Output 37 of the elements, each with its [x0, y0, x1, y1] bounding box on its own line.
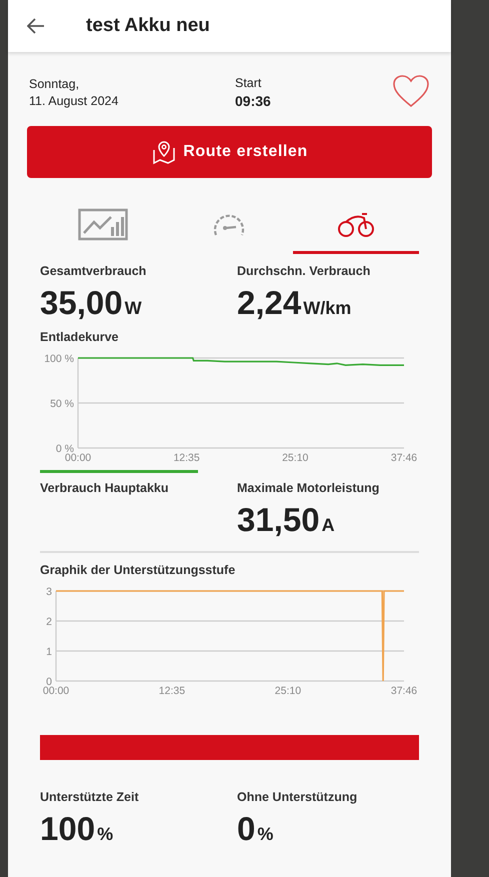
- axis-label: 37:46: [390, 685, 418, 697]
- axis-label: 2: [46, 616, 52, 628]
- chart-title: Entladekurve: [40, 330, 120, 344]
- axis-label: 0 %: [56, 443, 74, 455]
- stat-label: Gesamtverbrauch: [40, 264, 148, 278]
- stat-value: 35,00W: [40, 284, 143, 322]
- stat-label: Maximale Motorleistung: [237, 481, 380, 495]
- axis-label: 12:35: [173, 452, 200, 464]
- axis-label: 25:10: [282, 452, 308, 464]
- map-pin-icon: [151, 139, 178, 165]
- stat-value: 0%: [237, 810, 274, 848]
- date-text: 11. August 2024: [29, 94, 120, 108]
- stat-label: Durchschn. Verbrauch: [237, 264, 372, 278]
- axis-label: 0: [46, 676, 52, 688]
- axis-label: 25:10: [274, 685, 302, 697]
- axis-label: 3: [46, 586, 52, 598]
- axis-label: 12:35: [158, 685, 186, 697]
- page-title: test Akku neu: [86, 15, 210, 37]
- stat-value: 31,50A: [237, 501, 336, 539]
- axis-label: 1: [46, 646, 52, 658]
- stat-label: Verbrauch Hauptakku: [40, 481, 170, 495]
- create-route-button[interactable]: Route erstellen: [27, 126, 432, 178]
- chart-icon: [78, 206, 128, 240]
- axis-label: 37:46: [390, 452, 418, 464]
- stat-value: 2,24W/km: [237, 284, 352, 322]
- start-time: 09:36: [235, 92, 271, 108]
- axis-label: 100 %: [44, 353, 74, 365]
- stat-label: Unterstützte Zeit: [40, 790, 140, 804]
- stat-value: 100%: [40, 810, 114, 848]
- chart-title: Graphik der Unterstützungsstufe: [40, 563, 236, 577]
- axis-label: 00:00: [64, 452, 92, 464]
- favorite-button[interactable]: [391, 74, 431, 110]
- axis-label: 50 %: [50, 398, 74, 410]
- date-text: Sonntag,: [29, 76, 80, 90]
- stat-label: Ohne Unterstützung: [237, 790, 358, 804]
- axis-label: 00:00: [42, 685, 70, 697]
- start-label: Start: [235, 76, 262, 90]
